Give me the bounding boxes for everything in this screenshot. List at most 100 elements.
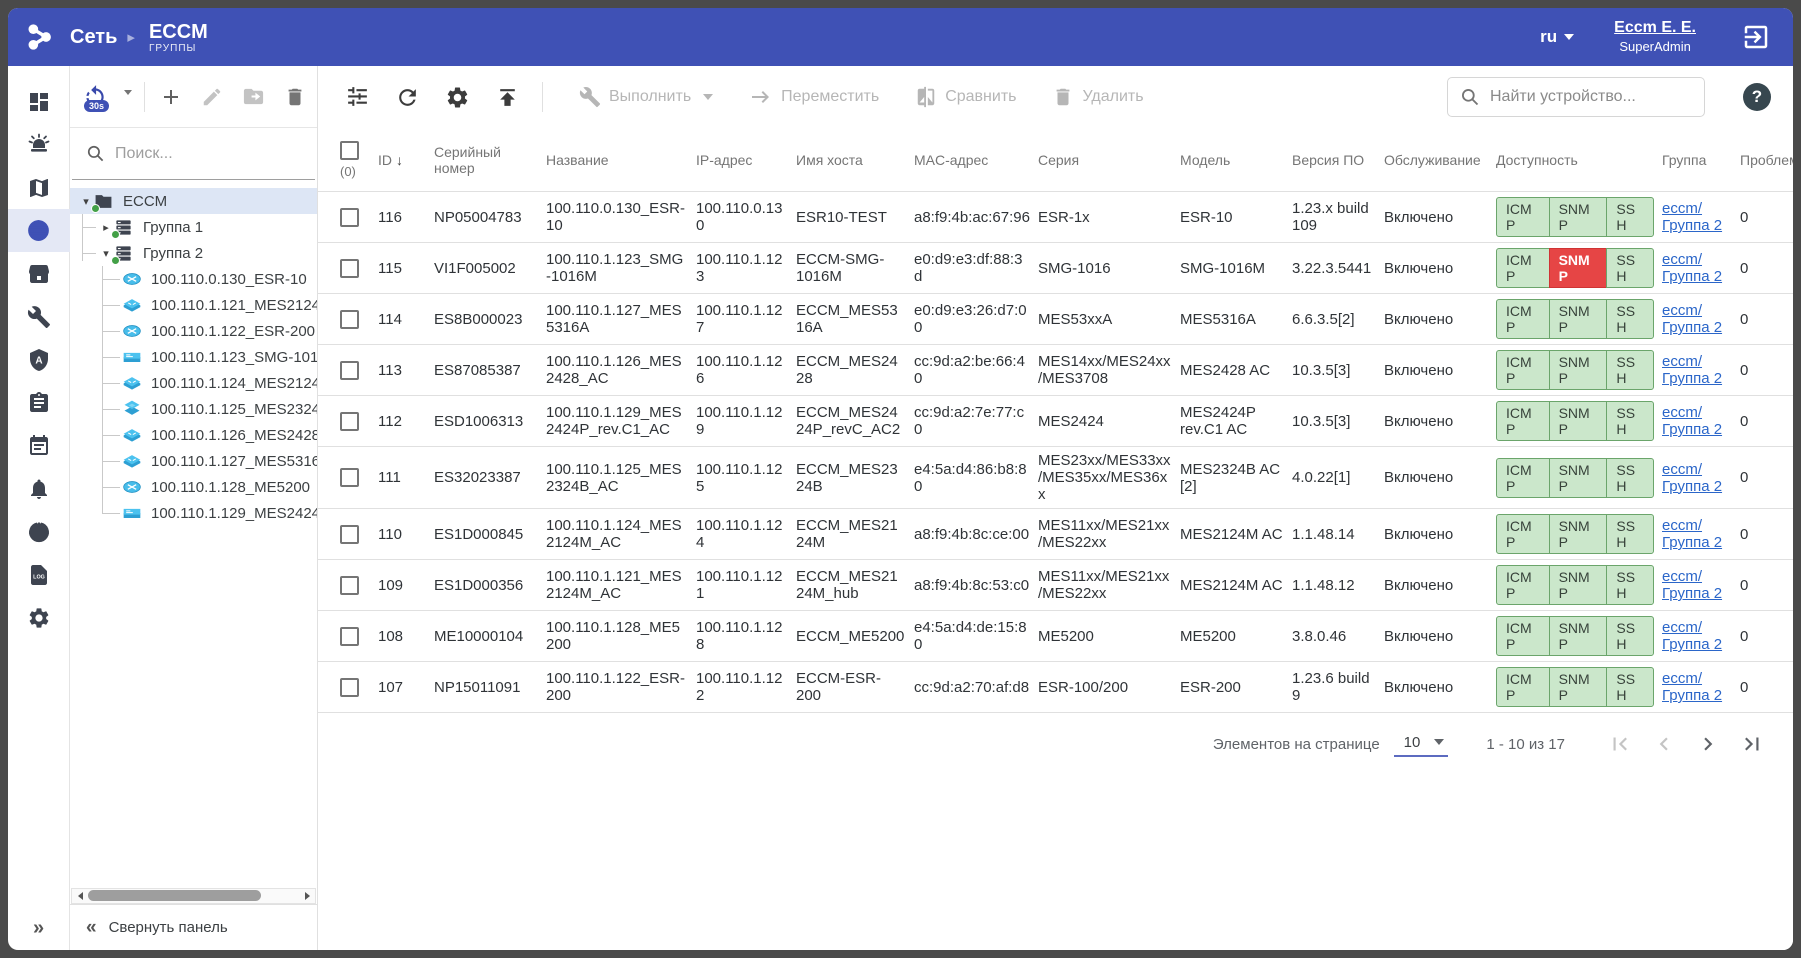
delete-button[interactable]: Удалить — [1052, 86, 1144, 108]
column-header-group[interactable]: Группа — [1662, 146, 1740, 174]
tree-search-input[interactable] — [115, 144, 275, 163]
sidebar-item-settings[interactable] — [8, 596, 70, 639]
tree-item[interactable]: 100.110.1.122_ESR-200 — [70, 318, 317, 344]
availability-badge-icmp: ICMP — [1496, 248, 1550, 288]
next-page-button[interactable] — [1693, 729, 1723, 759]
column-header-host[interactable]: Имя хоста — [796, 146, 914, 174]
scrollbar-track[interactable] — [88, 889, 299, 903]
header-cell-select: (0) — [318, 135, 378, 185]
column-header-series[interactable]: Серия — [1038, 146, 1180, 174]
chevron-down-icon[interactable] — [124, 90, 132, 95]
tree-item[interactable]: 100.110.0.130_ESR-10 — [70, 266, 317, 292]
sidebar-item-access-badge[interactable]: A — [8, 338, 70, 381]
group-link[interactable]: eccm/Группа 2 — [1662, 302, 1722, 336]
filter-columns-button[interactable] — [342, 82, 372, 112]
upload-button[interactable] — [492, 82, 522, 112]
tree-item[interactable]: 100.110.1.123_SMG-1016M — [70, 344, 317, 370]
sidebar-item-notifications[interactable] — [8, 467, 70, 510]
tree-item[interactable]: ▾ Группа 2 — [70, 240, 317, 266]
logout-button[interactable] — [1741, 22, 1771, 52]
tree-item[interactable]: 100.110.1.124_MES2124M — [70, 370, 317, 396]
edit-group-button[interactable] — [196, 80, 228, 114]
device-search-input[interactable] — [1490, 88, 1680, 106]
cell-mac: cc:9d:a2:be:66:40 — [914, 353, 1025, 387]
eccm-logo-icon[interactable] — [8, 20, 70, 54]
group-link[interactable]: eccm/Группа 2 — [1662, 670, 1722, 704]
expand-rail-button[interactable]: » — [33, 917, 44, 940]
first-page-button[interactable] — [1605, 729, 1635, 759]
tree-item[interactable]: 100.110.1.126_MES2428_AC — [70, 422, 317, 448]
user-name-link[interactable]: Eccm E. E. — [1614, 18, 1696, 39]
cell-model: SMG-1016M — [1180, 259, 1266, 277]
group-link[interactable]: eccm/Группа 2 — [1662, 404, 1722, 438]
tree-item[interactable]: 100.110.1.125_MES2324B — [70, 396, 317, 422]
select-all-checkbox[interactable] — [340, 140, 359, 160]
row-checkbox[interactable] — [340, 258, 359, 278]
scrollbar-thumb[interactable] — [88, 890, 262, 901]
tree-item[interactable]: 100.110.1.127_MES5316A — [70, 448, 317, 474]
sidebar-item-log[interactable]: LOG — [8, 553, 70, 596]
row-checkbox[interactable] — [340, 524, 359, 544]
column-header-ip[interactable]: IP-адрес — [696, 146, 796, 174]
sidebar-item-monitor[interactable] — [8, 510, 70, 553]
group-link[interactable]: eccm/Группа 2 — [1662, 619, 1722, 653]
sidebar-item-tasks[interactable] — [8, 381, 70, 424]
delete-group-button[interactable] — [279, 80, 311, 114]
column-header-serial[interactable]: Серийный номер — [434, 138, 546, 182]
scroll-right-button[interactable] — [299, 889, 315, 903]
move-group-button[interactable] — [238, 80, 270, 114]
sidebar-item-inventory[interactable] — [8, 252, 70, 295]
cell-serial: ESD1006313 — [434, 412, 524, 430]
sidebar-item-dashboard[interactable] — [8, 80, 70, 123]
scroll-left-button[interactable] — [72, 889, 88, 903]
execute-button[interactable]: Выполнить — [579, 86, 714, 108]
column-header-id[interactable]: ID ↓ — [378, 146, 434, 174]
per-page-select[interactable]: 10 — [1393, 732, 1449, 757]
language-selector[interactable]: ru — [1540, 27, 1575, 47]
row-checkbox[interactable] — [340, 677, 359, 697]
user-menu[interactable]: Eccm E. E. SuperAdmin — [1614, 18, 1696, 56]
previous-page-button[interactable] — [1649, 729, 1679, 759]
sidebar-item-map[interactable] — [8, 166, 70, 209]
last-page-button[interactable] — [1737, 729, 1767, 759]
refresh-button[interactable] — [392, 82, 422, 112]
breadcrumb[interactable]: Сеть — [70, 26, 117, 49]
auto-refresh-button[interactable]: 30s — [82, 84, 110, 112]
row-checkbox[interactable] — [340, 309, 359, 329]
add-group-button[interactable] — [155, 80, 187, 114]
sort-desc-icon: ↓ — [396, 151, 403, 168]
row-checkbox[interactable] — [340, 360, 359, 380]
sidebar-item-tools[interactable] — [8, 295, 70, 338]
group-link[interactable]: eccm/Группа 2 — [1662, 353, 1722, 387]
tree-item[interactable]: ▸ Группа 1 — [70, 214, 317, 240]
column-header-mac[interactable]: MAC-адрес — [914, 146, 1038, 174]
group-link[interactable]: eccm/Группа 2 — [1662, 568, 1722, 602]
table-settings-button[interactable] — [442, 82, 472, 112]
group-link[interactable]: eccm/Группа 2 — [1662, 461, 1722, 495]
row-checkbox[interactable] — [340, 626, 359, 646]
column-header-maint[interactable]: Обслуживание — [1384, 146, 1496, 174]
group-link[interactable]: eccm/Группа 2 — [1662, 200, 1722, 234]
column-header-problems[interactable]: Проблемы — [1740, 146, 1793, 174]
column-header-name[interactable]: Название — [546, 146, 696, 174]
row-checkbox[interactable] — [340, 411, 359, 431]
column-header-fw[interactable]: Версия ПО — [1292, 146, 1384, 174]
row-checkbox[interactable] — [340, 207, 359, 227]
help-button[interactable]: ? — [1743, 83, 1771, 111]
move-button[interactable]: Переместить — [749, 85, 879, 109]
column-header-avail[interactable]: Доступность — [1496, 146, 1662, 174]
column-header-model[interactable]: Модель — [1180, 146, 1292, 174]
row-checkbox[interactable] — [340, 575, 359, 595]
group-link[interactable]: eccm/Группа 2 — [1662, 517, 1722, 551]
tree-item[interactable]: ▾ ECCM — [70, 188, 317, 214]
collapse-panel-button[interactable]: « Свернуть панель — [70, 904, 317, 950]
tree-item[interactable]: 100.110.1.128_ME5200 — [70, 474, 317, 500]
group-link[interactable]: eccm/Группа 2 — [1662, 251, 1722, 285]
sidebar-item-alarms[interactable] — [8, 123, 70, 166]
tree-item[interactable]: 100.110.1.129_MES2424P — [70, 500, 317, 526]
tree-item[interactable]: 100.110.1.121_MES2124M — [70, 292, 317, 318]
sidebar-item-calendar[interactable] — [8, 424, 70, 467]
compare-button[interactable]: Сравнить — [915, 86, 1016, 108]
sidebar-item-network[interactable] — [8, 209, 70, 252]
row-checkbox[interactable] — [340, 468, 359, 487]
